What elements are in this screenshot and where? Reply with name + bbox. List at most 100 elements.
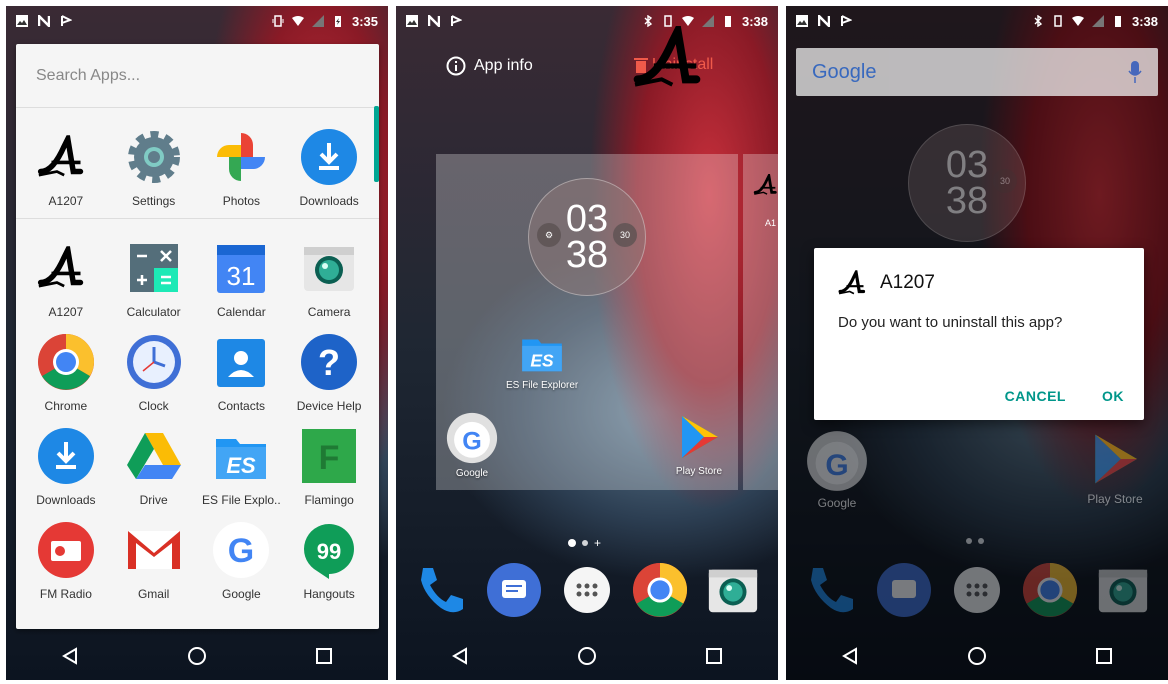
back-button[interactable] xyxy=(830,636,870,676)
ok-button[interactable]: OK xyxy=(1102,388,1124,404)
dock-messages[interactable] xyxy=(876,562,932,618)
page-dot xyxy=(978,538,984,544)
fm-radio-icon xyxy=(37,522,94,578)
dock-camera[interactable] xyxy=(1095,562,1151,618)
recents-button[interactable] xyxy=(1084,636,1124,676)
microphone-icon[interactable] xyxy=(1128,61,1142,83)
app-drawer-icon xyxy=(953,567,1000,613)
app-row: A1207 Calculator 31 Calendar Camera xyxy=(16,219,379,319)
app-row: FM Radio Gmail G Google 99 Hangouts xyxy=(16,507,379,601)
clock-settings-dot: ⚙ xyxy=(537,223,561,247)
app-drive[interactable]: Drive xyxy=(112,427,196,507)
app-photos[interactable]: Photos xyxy=(199,128,283,208)
dock xyxy=(786,562,1168,618)
recents-button[interactable] xyxy=(694,636,734,676)
app-label: Photos xyxy=(222,194,261,208)
dock-app-drawer[interactable] xyxy=(559,562,615,618)
clock-widget[interactable]: ⚙ 03 38 30 xyxy=(528,178,646,296)
play-store-icon xyxy=(682,416,718,458)
vibrate-icon xyxy=(1054,15,1062,27)
dock-phone[interactable] xyxy=(803,562,859,618)
dock-chrome[interactable] xyxy=(632,562,688,618)
home-app-es-file-explorer[interactable]: ES ES File Explorer xyxy=(506,330,578,391)
home-folder-google[interactable]: G Google xyxy=(806,430,868,510)
app-label: Downloads xyxy=(36,493,96,507)
clock-temp-dot: 30 xyxy=(613,223,637,247)
app-label: ES File Explo.. xyxy=(202,493,281,507)
app-a1207[interactable]: A1207 xyxy=(24,239,108,319)
es-file-explorer-icon: ES xyxy=(522,339,562,372)
back-button[interactable] xyxy=(50,636,90,676)
chrome-icon xyxy=(632,562,688,618)
app-drawer-icon xyxy=(563,567,610,613)
app-label: Camera xyxy=(307,305,351,319)
home-app-play-store[interactable]: Play Store xyxy=(1086,430,1144,506)
dock-phone[interactable] xyxy=(413,562,469,618)
home-app-label: Play Store xyxy=(1087,492,1143,506)
app-label: Gmail xyxy=(137,587,170,601)
clock-icon xyxy=(126,335,181,389)
dock-camera[interactable] xyxy=(705,562,761,618)
n-notification-icon xyxy=(38,15,50,27)
app-calculator[interactable]: Calculator xyxy=(112,239,196,319)
app-google[interactable]: G Google xyxy=(199,521,283,601)
play-store-icon xyxy=(1095,434,1138,484)
search-apps-input[interactable] xyxy=(36,66,336,85)
app-hangouts[interactable]: 99 Hangouts xyxy=(287,521,371,601)
app-gmail[interactable]: Gmail xyxy=(112,521,196,601)
app-info-drop-target[interactable]: App info xyxy=(446,56,533,76)
app-clock[interactable]: Clock xyxy=(112,333,196,413)
svg-text:ES: ES xyxy=(530,350,554,370)
info-icon xyxy=(446,56,466,76)
wifi-icon xyxy=(291,16,304,26)
n-notification-icon xyxy=(428,15,440,27)
google-folder-icon: G xyxy=(807,431,867,491)
app-label: Drive xyxy=(139,493,168,507)
dock-app-drawer[interactable] xyxy=(949,562,1005,618)
app-device-help[interactable]: ? Device Help xyxy=(287,333,371,413)
app-downloads[interactable]: Downloads xyxy=(24,427,108,507)
svg-text:G: G xyxy=(228,532,254,570)
app-flamingo[interactable]: F Flamingo xyxy=(287,427,371,507)
app-camera[interactable]: Camera xyxy=(287,239,371,319)
home-page-preview: ⚙ 03 38 30 ES ES File Explorer G Google … xyxy=(436,154,738,490)
navigation-bar xyxy=(786,632,1168,680)
back-icon xyxy=(841,647,857,665)
suggested-apps-row: A1207 Settings Photos Downloads xyxy=(16,108,379,208)
back-button[interactable] xyxy=(440,636,480,676)
signal-icon xyxy=(1091,15,1104,27)
home-button[interactable] xyxy=(177,636,217,676)
app-contacts[interactable]: Contacts xyxy=(199,333,283,413)
search-bar[interactable] xyxy=(16,44,379,108)
app-downloads[interactable]: Downloads xyxy=(287,128,371,208)
a1207-logo-icon xyxy=(37,239,95,297)
page-dot xyxy=(966,538,972,544)
recents-button[interactable] xyxy=(304,636,344,676)
home-button[interactable] xyxy=(567,636,607,676)
home-folder-google[interactable]: G Google xyxy=(446,412,498,479)
app-fm-radio[interactable]: FM Radio xyxy=(24,521,108,601)
status-time: 3:38 xyxy=(741,13,768,29)
dock-chrome[interactable] xyxy=(1022,562,1078,618)
cancel-button[interactable]: CANCEL xyxy=(1005,388,1066,404)
app-a1207[interactable]: A1207 xyxy=(24,128,108,208)
dragged-a1207-icon[interactable] xyxy=(632,26,718,90)
photos-pinwheel-icon xyxy=(217,133,266,181)
clock-widget[interactable]: 03 38 30 xyxy=(908,124,1026,242)
google-search-bar[interactable]: Google xyxy=(796,48,1158,96)
home-app-play-store[interactable]: Play Store xyxy=(674,412,724,477)
calendar-icon: 31 xyxy=(217,245,266,293)
app-es-file-explorer[interactable]: ES ES File Explo.. xyxy=(199,427,283,507)
messages-icon xyxy=(876,563,931,617)
app-label: Clock xyxy=(138,399,169,413)
dialog-header: A1207 xyxy=(838,270,1120,296)
app-label: Contacts xyxy=(217,399,266,413)
home-button[interactable] xyxy=(957,636,997,676)
app-chrome[interactable]: Chrome xyxy=(24,333,108,413)
drawer-scrollbar[interactable] xyxy=(374,106,379,182)
dock-messages[interactable] xyxy=(486,562,542,618)
app-settings[interactable]: Settings xyxy=(112,128,196,208)
app-calendar[interactable]: 31 Calendar xyxy=(199,239,283,319)
app-drawer: A1207 Settings Photos xyxy=(16,44,379,629)
uninstall-dialog-screen: 3:38 Google 03 38 30 G Google Play Store xyxy=(786,6,1168,680)
